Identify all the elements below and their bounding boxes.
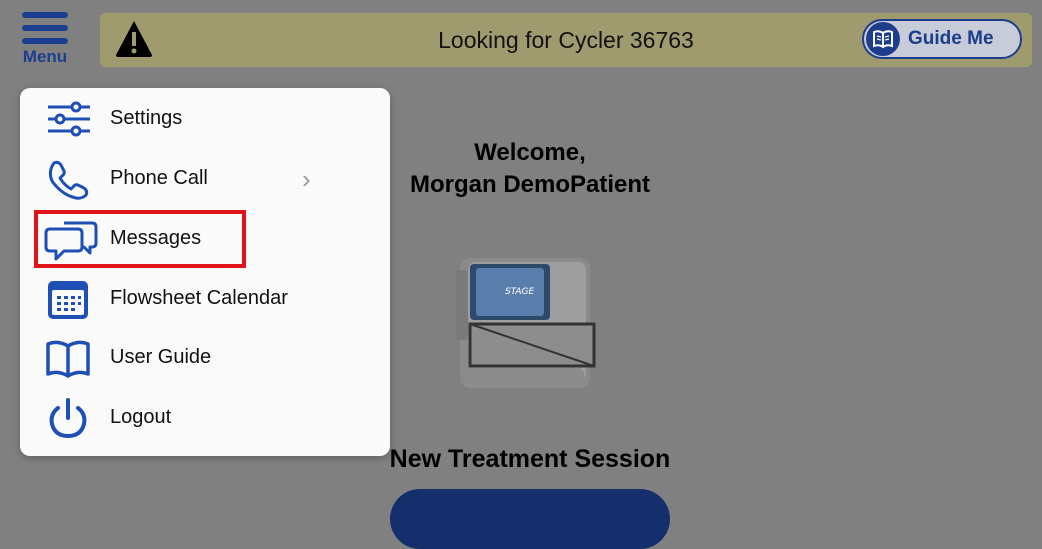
menu-item-settings[interactable]: Settings (20, 92, 390, 142)
patient-name: Morgan DemoPatient (409, 171, 651, 198)
messages-highlight-box (34, 210, 246, 268)
calendar-icon (44, 277, 98, 321)
settings-sliders-icon (44, 97, 98, 141)
menu-item-logout[interactable]: Logout (20, 391, 390, 441)
welcome-line: Welcome, (474, 139, 586, 166)
open-book-icon (866, 22, 900, 56)
welcome-message: Welcome, Morgan DemoPatient (390, 137, 670, 201)
menu-item-label: Settings (110, 107, 183, 129)
menu-label: Menu (22, 47, 68, 66)
guide-me-label: Guide Me (908, 28, 994, 49)
cycler-device-image: STAGE (450, 250, 610, 405)
menu-item-label: Phone Call (110, 167, 208, 189)
main-menu-popup: Settings Phone Call › Messages Flowsheet… (20, 88, 390, 456)
new-treatment-session-title: New Treatment Session (389, 445, 671, 473)
guide-me-button[interactable]: Guide Me (862, 19, 1022, 59)
phone-icon (44, 157, 98, 201)
start-treatment-button[interactable] (390, 489, 670, 549)
power-icon (44, 396, 98, 440)
menu-item-label: User Guide (110, 346, 212, 368)
menu-item-user-guide[interactable]: User Guide (20, 331, 390, 381)
hamburger-icon (22, 12, 68, 51)
menu-item-phone-call[interactable]: Phone Call › (20, 152, 390, 202)
status-banner: Looking for Cycler 36763 Guide Me (100, 13, 1032, 67)
menu-item-label: Flowsheet Calendar (110, 287, 288, 309)
book-icon (44, 336, 98, 380)
chevron-right-icon: › (302, 164, 311, 194)
menu-button[interactable]: Menu (12, 10, 78, 72)
menu-item-label: Logout (110, 406, 172, 428)
device-brand-text: STAGE (505, 287, 535, 297)
menu-item-flowsheet-calendar[interactable]: Flowsheet Calendar (20, 272, 390, 322)
